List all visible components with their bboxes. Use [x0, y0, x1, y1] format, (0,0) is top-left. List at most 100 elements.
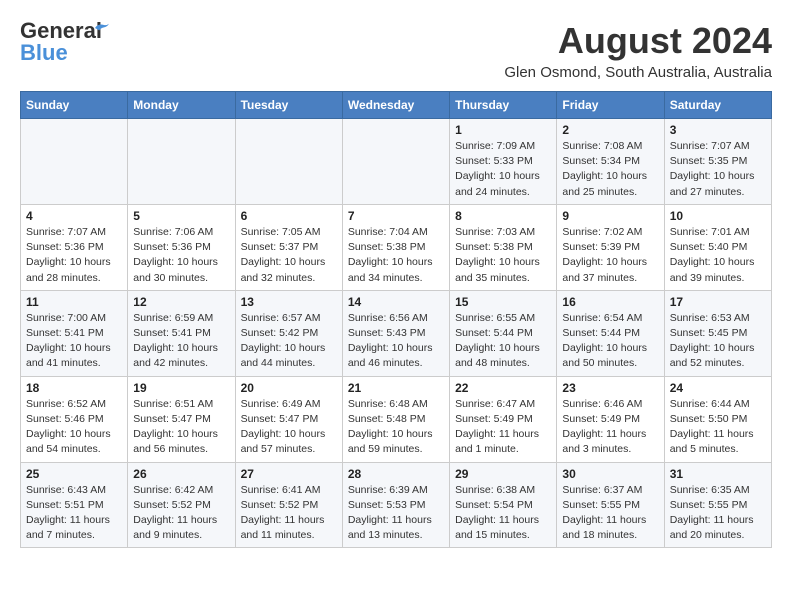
title-block: August 2024 Glen Osmond, South Australia…	[504, 20, 772, 81]
weekday-header-row: SundayMondayTuesdayWednesdayThursdayFrid…	[21, 92, 772, 119]
logo: GeneralBlue	[20, 20, 110, 64]
calendar-cell: 27Sunrise: 6:41 AMSunset: 5:52 PMDayligh…	[235, 462, 342, 548]
day-number: 23	[562, 381, 658, 395]
location-subtitle: Glen Osmond, South Australia, Australia	[504, 64, 772, 81]
calendar-cell: 23 Sunrise: 6:46 AMSunset: 5:49 PMDayligh…	[557, 376, 664, 462]
calendar-cell	[342, 119, 449, 205]
day-number: 10	[670, 209, 766, 223]
day-number: 17	[670, 295, 766, 309]
calendar-cell: 28Sunrise: 6:39 AMSunset: 5:53 PMDayligh…	[342, 462, 449, 548]
calendar-cell: 1 Sunrise: 7:09 AMSunset: 5:33 PMDaylight…	[450, 119, 557, 205]
calendar-cell: 17 Sunrise: 6:53 AMSunset: 5:45 PMDayligh…	[664, 290, 771, 376]
day-number: 1	[455, 123, 551, 137]
month-year-title: August 2024	[504, 20, 772, 62]
calendar-cell: 2Sunrise: 7:08 AMSunset: 5:34 PMDaylight…	[557, 119, 664, 205]
day-info: Sunrise: 6:35 AMSunset: 5:55 PMDaylight:…	[670, 483, 766, 544]
calendar-cell: 25 Sunrise: 6:43 AMSunset: 5:51 PMDayligh…	[21, 462, 128, 548]
calendar-cell: 15Sunrise: 6:55 AMSunset: 5:44 PMDayligh…	[450, 290, 557, 376]
day-number: 31	[670, 467, 766, 481]
day-number: 12	[133, 295, 229, 309]
day-info: Sunrise: 6:53 AMSunset: 5:45 PMDaylight:…	[670, 311, 766, 372]
day-number: 14	[348, 295, 444, 309]
weekday-header-tuesday: Tuesday	[235, 92, 342, 119]
calendar-cell: 11 Sunrise: 7:00 AMSunset: 5:41 PMDayligh…	[21, 290, 128, 376]
weekday-header-sunday: Sunday	[21, 92, 128, 119]
calendar-cell: 12 Sunrise: 6:59 AMSunset: 5:41 PMDayligh…	[128, 290, 235, 376]
day-info: Sunrise: 6:57 AMSunset: 5:42 PMDaylight:…	[241, 311, 337, 372]
calendar-header: SundayMondayTuesdayWednesdayThursdayFrid…	[21, 92, 772, 119]
day-info: Sunrise: 6:54 AMSunset: 5:44 PMDaylight:…	[562, 311, 658, 372]
calendar-cell	[235, 119, 342, 205]
calendar-week-row: 25 Sunrise: 6:43 AMSunset: 5:51 PMDayligh…	[21, 462, 772, 548]
day-info: Sunrise: 6:43 AMSunset: 5:51 PMDaylight:…	[26, 483, 122, 544]
day-info: Sunrise: 7:02 AMSunset: 5:39 PMDaylight:…	[562, 225, 658, 286]
day-number: 18	[26, 381, 122, 395]
calendar-cell: 3Sunrise: 7:07 AMSunset: 5:35 PMDaylight…	[664, 119, 771, 205]
calendar-week-row: 4Sunrise: 7:07 AMSunset: 5:36 PMDaylight…	[21, 204, 772, 290]
weekday-header-thursday: Thursday	[450, 92, 557, 119]
calendar-cell: 29 Sunrise: 6:38 AMSunset: 5:54 PMDayligh…	[450, 462, 557, 548]
day-info: Sunrise: 6:52 AMSunset: 5:46 PMDaylight:…	[26, 397, 122, 458]
calendar-cell: 26 Sunrise: 6:42 AMSunset: 5:52 PMDayligh…	[128, 462, 235, 548]
day-info: Sunrise: 7:05 AMSunset: 5:37 PMDaylight:…	[241, 225, 337, 286]
day-info: Sunrise: 7:09 AMSunset: 5:33 PMDaylight:…	[455, 139, 551, 200]
calendar-week-row: 11 Sunrise: 7:00 AMSunset: 5:41 PMDayligh…	[21, 290, 772, 376]
calendar-cell: 16 Sunrise: 6:54 AMSunset: 5:44 PMDayligh…	[557, 290, 664, 376]
day-info: Sunrise: 6:44 AMSunset: 5:50 PMDaylight:…	[670, 397, 766, 458]
calendar-week-row: 1 Sunrise: 7:09 AMSunset: 5:33 PMDaylight…	[21, 119, 772, 205]
calendar-table: SundayMondayTuesdayWednesdayThursdayFrid…	[20, 91, 772, 548]
day-info: Sunrise: 6:46 AMSunset: 5:49 PMDaylight:…	[562, 397, 658, 458]
day-number: 15	[455, 295, 551, 309]
weekday-header-friday: Friday	[557, 92, 664, 119]
day-info: Sunrise: 7:01 AMSunset: 5:40 PMDaylight:…	[670, 225, 766, 286]
calendar-cell: 7 Sunrise: 7:04 AMSunset: 5:38 PMDaylight…	[342, 204, 449, 290]
day-info: Sunrise: 6:39 AMSunset: 5:53 PMDaylight:…	[348, 483, 444, 544]
day-number: 30	[562, 467, 658, 481]
day-info: Sunrise: 6:59 AMSunset: 5:41 PMDaylight:…	[133, 311, 229, 372]
day-info: Sunrise: 7:07 AMSunset: 5:35 PMDaylight:…	[670, 139, 766, 200]
day-number: 29	[455, 467, 551, 481]
day-info: Sunrise: 6:37 AMSunset: 5:55 PMDaylight:…	[562, 483, 658, 544]
calendar-cell: 20 Sunrise: 6:49 AMSunset: 5:47 PMDayligh…	[235, 376, 342, 462]
day-info: Sunrise: 6:49 AMSunset: 5:47 PMDaylight:…	[241, 397, 337, 458]
day-info: Sunrise: 7:08 AMSunset: 5:34 PMDaylight:…	[562, 139, 658, 200]
day-number: 25	[26, 467, 122, 481]
day-number: 5	[133, 209, 229, 223]
day-info: Sunrise: 6:42 AMSunset: 5:52 PMDaylight:…	[133, 483, 229, 544]
calendar-cell: 24 Sunrise: 6:44 AMSunset: 5:50 PMDayligh…	[664, 376, 771, 462]
day-info: Sunrise: 7:04 AMSunset: 5:38 PMDaylight:…	[348, 225, 444, 286]
day-number: 20	[241, 381, 337, 395]
calendar-cell: 21 Sunrise: 6:48 AMSunset: 5:48 PMDayligh…	[342, 376, 449, 462]
calendar-week-row: 18 Sunrise: 6:52 AMSunset: 5:46 PMDayligh…	[21, 376, 772, 462]
calendar-cell	[21, 119, 128, 205]
calendar-cell: 30 Sunrise: 6:37 AMSunset: 5:55 PMDayligh…	[557, 462, 664, 548]
day-info: Sunrise: 6:56 AMSunset: 5:43 PMDaylight:…	[348, 311, 444, 372]
calendar-cell: 31 Sunrise: 6:35 AMSunset: 5:55 PMDayligh…	[664, 462, 771, 548]
day-info: Sunrise: 7:00 AMSunset: 5:41 PMDaylight:…	[26, 311, 122, 372]
weekday-header-wednesday: Wednesday	[342, 92, 449, 119]
calendar-cell: 10 Sunrise: 7:01 AMSunset: 5:40 PMDayligh…	[664, 204, 771, 290]
day-info: Sunrise: 6:51 AMSunset: 5:47 PMDaylight:…	[133, 397, 229, 458]
day-number: 27	[241, 467, 337, 481]
day-info: Sunrise: 6:38 AMSunset: 5:54 PMDaylight:…	[455, 483, 551, 544]
day-number: 6	[241, 209, 337, 223]
logo-text: GeneralBlue	[20, 20, 102, 64]
calendar-cell: 18 Sunrise: 6:52 AMSunset: 5:46 PMDayligh…	[21, 376, 128, 462]
day-info: Sunrise: 6:48 AMSunset: 5:48 PMDaylight:…	[348, 397, 444, 458]
day-number: 24	[670, 381, 766, 395]
day-number: 11	[26, 295, 122, 309]
logo-bird-icon	[92, 21, 110, 35]
calendar-cell: 8Sunrise: 7:03 AMSunset: 5:38 PMDaylight…	[450, 204, 557, 290]
calendar-cell: 6 Sunrise: 7:05 AMSunset: 5:37 PMDaylight…	[235, 204, 342, 290]
day-number: 7	[348, 209, 444, 223]
weekday-header-saturday: Saturday	[664, 92, 771, 119]
calendar-cell: 13 Sunrise: 6:57 AMSunset: 5:42 PMDayligh…	[235, 290, 342, 376]
day-number: 26	[133, 467, 229, 481]
calendar-cell: 22Sunrise: 6:47 AMSunset: 5:49 PMDayligh…	[450, 376, 557, 462]
day-number: 16	[562, 295, 658, 309]
day-number: 13	[241, 295, 337, 309]
day-number: 21	[348, 381, 444, 395]
day-info: Sunrise: 7:07 AMSunset: 5:36 PMDaylight:…	[26, 225, 122, 286]
day-info: Sunrise: 6:47 AMSunset: 5:49 PMDaylight:…	[455, 397, 551, 458]
calendar-body: 1 Sunrise: 7:09 AMSunset: 5:33 PMDaylight…	[21, 119, 772, 548]
